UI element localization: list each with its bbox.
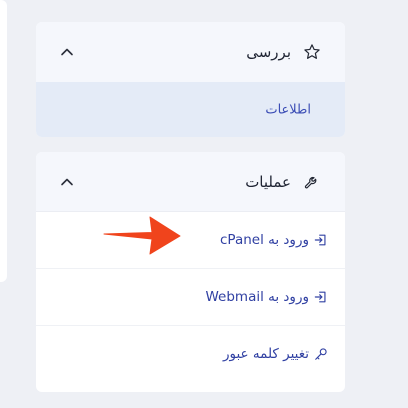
adjacent-panel	[0, 0, 7, 282]
menu-item-webmail-login[interactable]: ورود به Webmail	[36, 269, 345, 326]
review-section: بررسی اطلاعات	[36, 22, 345, 137]
review-section-title: بررسی	[246, 43, 291, 61]
menu-item-cpanel-login[interactable]: ورود به cPanel	[36, 212, 345, 269]
login-icon	[314, 291, 326, 303]
chevron-up-icon[interactable]	[60, 175, 74, 189]
wrench-icon	[304, 176, 317, 188]
operations-section-title: عملیات	[245, 172, 291, 191]
chevron-up-icon[interactable]	[60, 45, 74, 59]
menu-item-webmail-login-label: ورود به Webmail	[205, 289, 309, 305]
operations-section-header[interactable]: عملیات	[36, 152, 345, 212]
star-icon	[304, 44, 320, 59]
menu-item-cpanel-login-label: ورود به cPanel	[220, 232, 309, 248]
operations-section: عملیات ورود به cPanel ورود به Webmail تغ…	[36, 152, 345, 392]
sidebar-item-info-label: اطلاعات	[265, 102, 311, 117]
menu-item-change-password-label: تغییر کلمه عبور	[222, 346, 309, 362]
login-icon	[314, 234, 326, 246]
review-section-header[interactable]: بررسی	[36, 22, 345, 82]
sidebar-item-info[interactable]: اطلاعات	[36, 82, 345, 137]
key-icon	[315, 348, 327, 360]
annotation-arrow-icon	[103, 216, 181, 255]
menu-item-change-password[interactable]: تغییر کلمه عبور	[36, 326, 345, 382]
